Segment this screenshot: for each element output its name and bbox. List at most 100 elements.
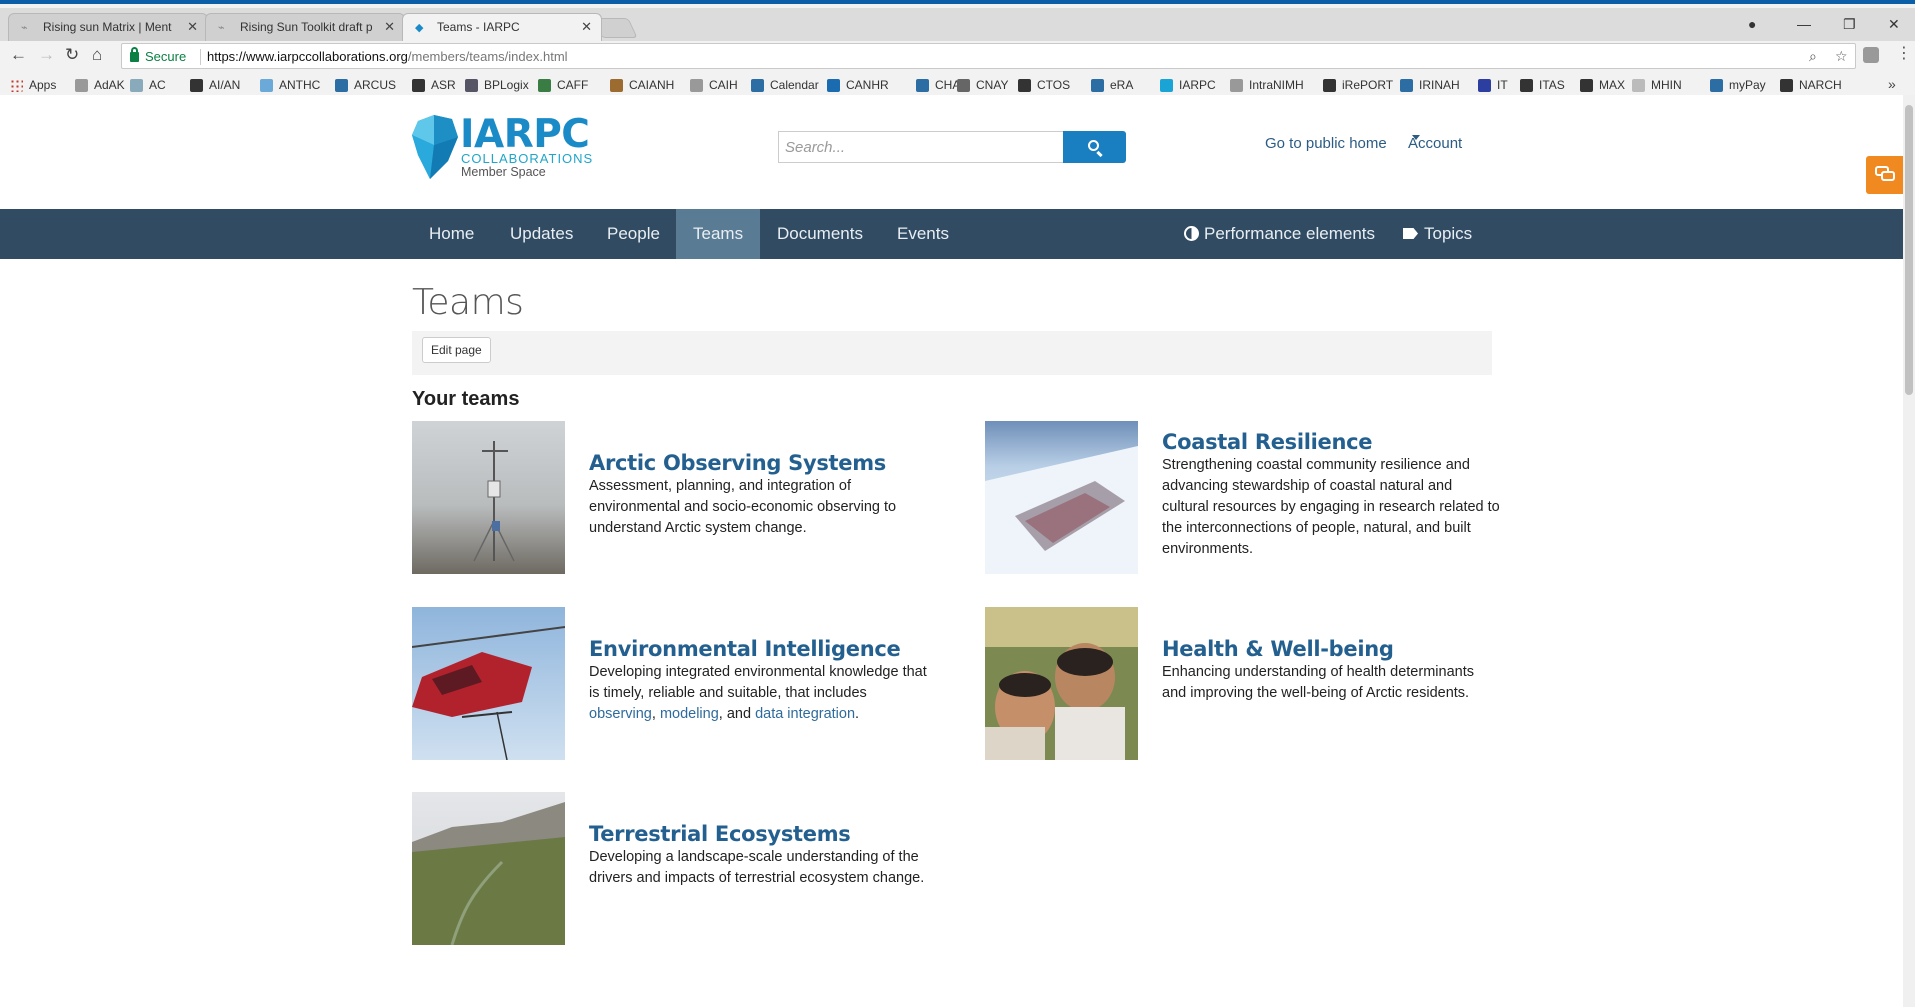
feedback-button[interactable] (1866, 156, 1904, 194)
section-title: Your teams (412, 388, 520, 410)
nav-topics[interactable]: Topics (1386, 209, 1489, 259)
bookmark-intranimh[interactable]: IntraNIMH (1230, 78, 1304, 92)
bookmark-iarpc[interactable]: IARPC (1160, 78, 1216, 92)
bookmark-cnay[interactable]: CNAY (957, 78, 1008, 92)
browser-tab-1[interactable]: ⌁ Rising sun Matrix | Ment ✕ (8, 13, 208, 41)
team-image-children[interactable] (985, 607, 1138, 760)
bookmarks-overflow-icon[interactable]: » (1888, 76, 1896, 92)
extension-icon[interactable] (1863, 47, 1879, 63)
edit-toolbar: Edit page (412, 331, 1492, 375)
close-tab-icon[interactable]: ✕ (187, 19, 198, 35)
close-window-icon[interactable]: ✕ (1888, 16, 1900, 33)
browser-chrome: ⌁ Rising sun Matrix | Ment ✕ ⌁ Rising Su… (0, 0, 1915, 99)
bookmark-calendar[interactable]: Calendar (751, 78, 819, 92)
address-bar[interactable]: Secure https://www.iarpccollaborations.o… (121, 43, 1856, 69)
logo-subtitle: COLLABORATIONS (461, 151, 594, 166)
bookmark-asr[interactable]: ASR (412, 78, 456, 92)
reload-icon[interactable]: ↻ (65, 45, 79, 65)
logo-tagline: Member Space (461, 165, 546, 179)
bookmark-favicon-icon (1520, 78, 1533, 92)
team-image-weather-station[interactable] (412, 421, 565, 574)
bookmark-itas[interactable]: ITAS (1520, 78, 1565, 92)
page-title: Teams (412, 282, 524, 323)
bookmark-ctos[interactable]: CTOS (1018, 78, 1070, 92)
search-input[interactable] (778, 131, 1063, 163)
bookmark-mhin[interactable]: MHIN (1632, 78, 1682, 92)
team-image-coastal-village[interactable] (985, 421, 1138, 574)
minimize-icon[interactable]: — (1797, 16, 1811, 32)
edit-page-button[interactable]: Edit page (422, 337, 491, 363)
iarpc-gem-icon (412, 115, 458, 179)
url-text[interactable]: https://www.iarpccollaborations.org/memb… (207, 49, 568, 64)
team-card-arctic-observing: Arctic Observing Systems Assessment, pla… (412, 421, 942, 576)
iarpc-favicon-icon: ◆ (415, 22, 424, 34)
nav-documents[interactable]: Documents (760, 209, 880, 259)
site-logo[interactable]: IARPC COLLABORATIONS Member Space (412, 112, 602, 185)
team-name-link[interactable]: Coastal Resilience (1162, 430, 1373, 454)
browser-tab-3[interactable]: ◆ Teams - IARPC ✕ (402, 13, 602, 41)
bookmark-caih[interactable]: CAIH (690, 78, 738, 92)
nav-home[interactable]: Home (412, 209, 491, 259)
team-name-link[interactable]: Health & Well-being (1162, 637, 1394, 661)
data-integration-link[interactable]: data integration (755, 706, 855, 722)
bookmark-mypay[interactable]: myPay (1710, 78, 1766, 92)
team-name-link[interactable]: Arctic Observing Systems (589, 451, 886, 475)
team-name-link[interactable]: Environmental Intelligence (589, 637, 901, 661)
team-card-terrestrial-ecosystems: Terrestrial Ecosystems Developing a land… (412, 792, 942, 947)
public-home-link[interactable]: Go to public home (1265, 135, 1387, 152)
bookmark-star-icon[interactable]: ☆ (1835, 48, 1848, 65)
nav-events[interactable]: Events (880, 209, 966, 259)
browser-tab-2[interactable]: ⌁ Rising Sun Toolkit draft p ✕ (205, 13, 405, 41)
home-icon[interactable]: ⌂ (92, 45, 102, 65)
team-image-tundra[interactable] (412, 792, 565, 945)
bookmark-canhr[interactable]: CANHR (827, 78, 889, 92)
nav-people[interactable]: People (590, 209, 677, 259)
bookmark-arcus[interactable]: ARCUS (335, 78, 396, 92)
browser-menu-icon[interactable]: ⋮ (1896, 43, 1912, 63)
bookmark-irinah[interactable]: IRINAH (1400, 78, 1460, 92)
bookmark-favicon-icon (1230, 78, 1243, 92)
bookmark-favicon-icon (751, 78, 764, 92)
bookmark-ireport[interactable]: iRePORT (1323, 78, 1393, 92)
nav-performance-elements[interactable]: Performance elements (1167, 209, 1392, 259)
team-card-environmental-intelligence: Environmental Intelligence Developing in… (412, 607, 942, 762)
bookmark-apps[interactable]: Apps (10, 78, 56, 92)
bookmark-narch[interactable]: NARCH (1780, 78, 1842, 92)
bookmark-caianh[interactable]: CAIANH (610, 78, 674, 92)
bookmark-cha[interactable]: CHA (916, 78, 960, 92)
team-image-helicopter[interactable] (412, 607, 565, 760)
bookmark-era[interactable]: eRA (1091, 78, 1133, 92)
bookmark-bplogix[interactable]: BPLogix (465, 78, 529, 92)
bookmark-ai-an[interactable]: AI/AN (190, 78, 240, 92)
bookmark-anthc[interactable]: ANTHC (260, 78, 320, 92)
bookmark-max[interactable]: MAX (1580, 78, 1625, 92)
bookmark-ac[interactable]: AC (130, 78, 166, 92)
bookmark-caff[interactable]: CAFF (538, 78, 588, 92)
page-scrollbar[interactable] (1903, 95, 1915, 1007)
secure-indicator[interactable]: Secure (130, 47, 186, 64)
nav-updates[interactable]: Updates (493, 209, 590, 259)
main-navigation: Home Updates People Teams Documents Even… (0, 209, 1903, 259)
search-button[interactable] (1063, 131, 1126, 163)
half-circle-icon (1184, 226, 1199, 241)
back-icon[interactable]: ← (10, 45, 27, 65)
profile-icon[interactable]: ● (1748, 16, 1756, 32)
bookmark-favicon-icon (260, 78, 273, 92)
restore-icon[interactable]: ❐ (1843, 16, 1856, 33)
modeling-link[interactable]: modeling (660, 706, 719, 722)
bookmark-favicon-icon (1632, 78, 1645, 92)
bookmark-favicon-icon (690, 78, 703, 92)
bookmark-it[interactable]: IT (1478, 78, 1508, 92)
zoom-icon[interactable]: ⌕ (1809, 48, 1817, 65)
close-tab-icon[interactable]: ✕ (581, 19, 592, 35)
team-name-link[interactable]: Terrestrial Ecosystems (589, 822, 851, 846)
bookmark-adak[interactable]: AdAK (75, 78, 125, 92)
web-page: IARPC COLLABORATIONS Member Space Go to … (0, 95, 1915, 1007)
observing-link[interactable]: observing (589, 706, 652, 722)
bookmark-favicon-icon (1160, 78, 1173, 92)
forward-icon[interactable]: → (38, 45, 55, 65)
close-tab-icon[interactable]: ✕ (384, 19, 395, 35)
nav-teams[interactable]: Teams (676, 209, 761, 259)
scrollbar-thumb[interactable] (1905, 105, 1913, 395)
bookmark-favicon-icon (1780, 78, 1793, 92)
